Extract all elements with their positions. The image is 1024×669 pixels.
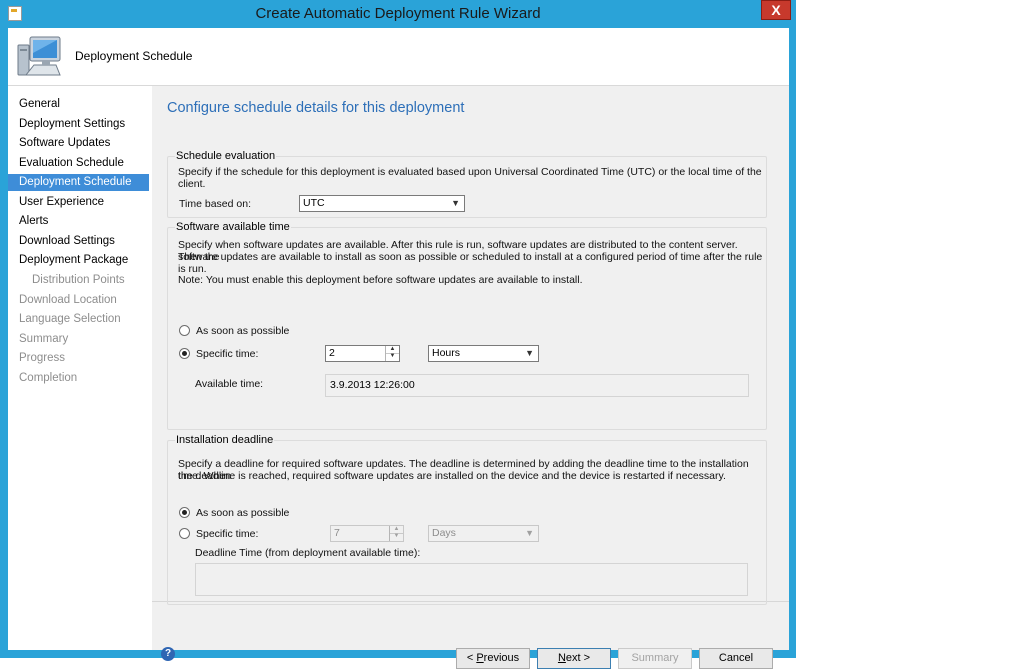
- cancel-button[interactable]: Cancel: [699, 648, 773, 669]
- content-panel: Configure schedule details for this depl…: [152, 86, 789, 669]
- available-unit-select[interactable]: Hours ▼: [428, 345, 539, 362]
- chevron-down-icon: ▼: [451, 198, 460, 208]
- nav-item-progress: Progress: [19, 352, 66, 364]
- wizard-window: Create Automatic Deployment Rule Wizard …: [0, 0, 796, 669]
- available-asap-radio[interactable]: [179, 325, 190, 336]
- content-body: Configure schedule details for this depl…: [152, 86, 789, 605]
- time-based-on-label: Time based on:: [179, 198, 251, 210]
- nav-item-summary: Summary: [19, 333, 69, 345]
- wizard-client: Deployment Schedule General Deployment S…: [8, 28, 789, 669]
- available-specific-radio[interactable]: [179, 348, 190, 359]
- nav-item-alerts[interactable]: Alerts: [8, 213, 149, 230]
- deadline-specific-radio[interactable]: [179, 528, 190, 539]
- installation-deadline-description-2: the deadline is reached, required softwa…: [178, 470, 726, 482]
- software-available-title: Software available time: [175, 221, 291, 233]
- previous-prefix: <: [466, 652, 477, 664]
- available-time-label: Available time:: [195, 378, 264, 390]
- schedule-evaluation-description: Specify if the schedule for this deploym…: [178, 166, 762, 190]
- nav-item-completion: Completion: [19, 372, 78, 384]
- nav-item-download-location: Download Location: [19, 294, 117, 306]
- deadline-time-value: [195, 563, 748, 596]
- next-rest: ext >: [565, 652, 591, 664]
- nav-item-evaluation-schedule[interactable]: Evaluation Schedule: [8, 155, 149, 172]
- next-button[interactable]: Next >: [537, 648, 611, 669]
- deadline-unit-select[interactable]: Days ▼: [428, 525, 539, 542]
- schedule-evaluation-group: Schedule evaluation Specify if the sched…: [167, 150, 767, 218]
- page-heading: Configure schedule details for this depl…: [167, 100, 465, 116]
- window-title: Create Automatic Deployment Rule Wizard: [255, 5, 541, 22]
- nav-item-general[interactable]: General: [8, 96, 149, 113]
- deadline-time-label: Deadline Time (from deployment available…: [195, 547, 421, 559]
- deadline-unit-value: Days: [432, 527, 456, 539]
- deadline-asap-radio[interactable]: [179, 507, 190, 518]
- close-button[interactable]: X: [761, 0, 791, 20]
- time-based-on-value: UTC: [303, 197, 325, 209]
- nav-item-deployment-settings[interactable]: Deployment Settings: [8, 116, 149, 133]
- title-bar: Create Automatic Deployment Rule Wizard …: [0, 0, 796, 28]
- deadline-specific-stepper[interactable]: 7 ▲ ▼: [330, 525, 404, 542]
- software-available-group: Software available time Specify when sof…: [167, 221, 767, 430]
- installation-deadline-group: Installation deadline Specify a deadline…: [167, 434, 767, 605]
- previous-rest: revious: [483, 652, 520, 664]
- header-title: Deployment Schedule: [75, 49, 193, 63]
- wizard-nav: General Deployment Settings Software Upd…: [8, 86, 152, 650]
- chevron-down-icon: ▼: [525, 348, 534, 358]
- stepper-buttons: ▲ ▼: [385, 346, 399, 361]
- nav-item-download-settings[interactable]: Download Settings: [8, 233, 149, 250]
- summary-button[interactable]: Summary: [618, 648, 692, 669]
- deadline-asap-label[interactable]: As soon as possible: [196, 507, 289, 519]
- nav-item-distribution-points: Distribution Points: [32, 274, 125, 286]
- previous-button[interactable]: < Previous: [456, 648, 530, 669]
- nav-item-software-updates[interactable]: Software Updates: [8, 135, 149, 152]
- wizard-header: Deployment Schedule: [8, 28, 789, 86]
- chevron-down-icon[interactable]: ▼: [390, 533, 403, 540]
- available-specific-stepper[interactable]: 2 ▲ ▼: [325, 345, 400, 362]
- stepper-buttons: ▲ ▼: [389, 526, 403, 541]
- time-based-on-select[interactable]: UTC ▼: [299, 195, 465, 212]
- nav-item-language-selection: Language Selection: [19, 313, 121, 325]
- available-time-value: 3.9.2013 12:26:00: [325, 374, 749, 397]
- help-icon[interactable]: ?: [161, 647, 175, 661]
- schedule-evaluation-title: Schedule evaluation: [175, 150, 277, 162]
- next-accel: N: [557, 652, 566, 664]
- nav-item-deployment-package[interactable]: Deployment Package: [8, 252, 149, 269]
- available-specific-label[interactable]: Specific time:: [196, 348, 258, 360]
- installation-deadline-title: Installation deadline: [175, 434, 275, 446]
- chevron-down-icon[interactable]: ▼: [386, 353, 399, 360]
- software-available-description-2: software updates are available to instal…: [178, 251, 763, 275]
- previous-accel: P: [476, 652, 484, 664]
- deadline-specific-label[interactable]: Specific time:: [196, 528, 258, 540]
- available-specific-value: 2: [329, 347, 335, 359]
- chevron-down-icon: ▼: [525, 528, 534, 538]
- available-asap-label[interactable]: As soon as possible: [196, 325, 289, 337]
- available-unit-value: Hours: [432, 347, 461, 359]
- nav-item-deployment-schedule[interactable]: Deployment Schedule: [8, 174, 149, 191]
- nav-item-user-experience[interactable]: User Experience: [8, 194, 149, 211]
- computer-icon: [17, 36, 61, 76]
- software-available-note: Note: You must enable this deployment be…: [178, 274, 583, 286]
- deadline-specific-value: 7: [334, 527, 340, 539]
